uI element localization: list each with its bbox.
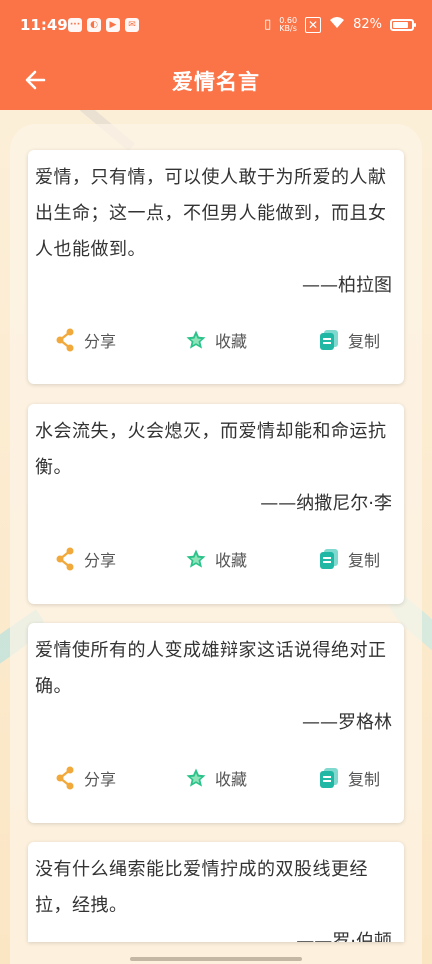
card-actions: 分享 收藏 复制 [28,328,404,358]
share-icon [56,766,74,790]
status-time: 11:49 [20,16,68,34]
app-notification-icon: ◐ [87,18,101,32]
vibrate-icon: ▯ [264,17,272,32]
net-speed-unit: KB/s [279,23,297,33]
quote-text: 水会流失，火会熄灭，而爱情却能和命运抗衡。 [35,421,387,478]
notification-icons: ··· ◐ ▶ ✉ [68,18,139,32]
quote-author: ——罗格林 [302,712,392,733]
share-button[interactable]: 分享 [54,766,116,790]
card-actions: 分享 收藏 复制 [28,766,404,796]
quote-card: 爱情，只有情，可以使人敢于为所爱的人献出生命；这一点，不但男人能做到，而且女人也… [28,150,404,384]
copy-button[interactable]: 复制 [318,328,380,352]
app-bar: 爱情名言 [0,52,432,110]
star-icon [186,549,206,568]
share-label: 分享 [84,332,117,351]
battery-percent: 82% [353,17,382,32]
play-icon: ▶ [106,18,120,32]
status-right: ▯ 0.60 KB/s ✕ 82% [264,16,416,33]
copy-label: 复制 [348,551,381,570]
share-button[interactable]: 分享 [54,328,116,352]
page-title: 爱情名言 [172,70,260,94]
sim-off-icon: ✕ [305,16,322,33]
battery-fill [393,21,408,28]
quote-text: 没有什么绳索能比爱情拧成的双股线更经拉，经拽。 [35,859,368,916]
quote-text: 爱情使所有的人变成雄辩家这话说得绝对正确。 [35,640,387,697]
quote-author: ——柏拉图 [302,275,392,296]
battery-icon [390,18,416,31]
favorite-button[interactable]: 收藏 [185,328,247,352]
favorite-button[interactable]: 收藏 [185,766,247,790]
quote-card: 爱情使所有的人变成雄辩家这话说得绝对正确。 ——罗格林 分享 收藏 复制 [28,623,404,823]
share-label: 分享 [84,551,117,570]
quote-card: 水会流失，火会熄灭，而爱情却能和命运抗衡。 ——纳撒尼尔·李 分享 收藏 复制 [28,404,404,604]
copy-icon [320,768,338,788]
star-icon [186,768,206,787]
share-button[interactable]: 分享 [54,547,116,571]
net-speed: 0.60 KB/s [279,16,297,33]
copy-button[interactable]: 复制 [318,547,380,571]
copy-icon [320,330,338,350]
quote-text: 爱情，只有情，可以使人敢于为所爱的人献出生命；这一点，不但男人能做到，而且女人也… [35,167,387,260]
message-icon: ··· [68,18,82,32]
wifi-icon [329,16,345,33]
favorite-label: 收藏 [215,332,248,351]
favorite-label: 收藏 [215,770,248,789]
card-actions: 分享 收藏 复制 [28,547,404,577]
copy-button[interactable]: 复制 [318,766,380,790]
copy-icon [320,549,338,569]
quote-author: ——纳撒尼尔·李 [260,493,392,514]
copy-label: 复制 [348,332,381,351]
status-bar: 11:49 ··· ◐ ▶ ✉ ▯ 0.60 KB/s ✕ 82% [0,0,432,52]
share-label: 分享 [84,770,117,789]
star-icon [186,330,206,349]
share-icon [56,547,74,571]
mail-icon: ✉ [125,18,139,32]
copy-label: 复制 [348,770,381,789]
favorite-button[interactable]: 收藏 [185,547,247,571]
share-icon [56,328,74,352]
home-indicator [130,957,302,961]
favorite-label: 收藏 [215,551,248,570]
quote-author: ——罗·伯顿 [296,931,392,942]
quote-card: 没有什么绳索能比爱情拧成的双股线更经拉，经拽。 ——罗·伯顿 [28,842,404,942]
